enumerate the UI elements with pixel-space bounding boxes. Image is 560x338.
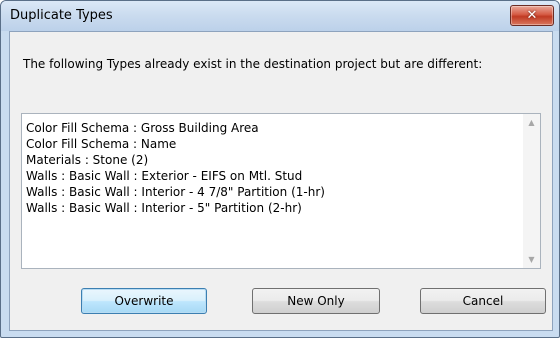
vertical-scrollbar[interactable]: ▲ ▼: [523, 114, 540, 268]
list-item[interactable]: Walls : Basic Wall : Exterior - EIFS on …: [26, 168, 506, 184]
scroll-down-icon[interactable]: ▼: [523, 251, 540, 268]
close-button[interactable]: ✕: [510, 5, 554, 26]
title-bar[interactable]: Duplicate Types ✕: [1, 1, 559, 31]
types-listbox[interactable]: Color Fill Schema : Gross Building Area …: [21, 113, 541, 269]
list-item[interactable]: Color Fill Schema : Gross Building Area: [26, 120, 506, 136]
new-only-button[interactable]: New Only: [252, 288, 380, 314]
list-item[interactable]: Walls : Basic Wall : Interior - 4 7/8" P…: [26, 184, 506, 200]
cancel-button[interactable]: Cancel: [420, 288, 546, 314]
close-icon: ✕: [526, 8, 538, 23]
scroll-up-icon[interactable]: ▲: [523, 114, 540, 131]
dialog-title: Duplicate Types: [10, 8, 113, 23]
message-text: The following Types already exist in the…: [23, 57, 483, 71]
list-item[interactable]: Walls : Basic Wall : Interior - 5" Parti…: [26, 200, 506, 216]
list-item[interactable]: Materials : Stone (2): [26, 152, 506, 168]
duplicate-types-dialog: Duplicate Types ✕ The following Types al…: [0, 0, 560, 338]
overwrite-button[interactable]: Overwrite: [81, 288, 207, 314]
types-list: Color Fill Schema : Gross Building Area …: [26, 120, 506, 216]
dialog-body: The following Types already exist in the…: [9, 31, 553, 331]
list-item[interactable]: Color Fill Schema : Name: [26, 136, 506, 152]
